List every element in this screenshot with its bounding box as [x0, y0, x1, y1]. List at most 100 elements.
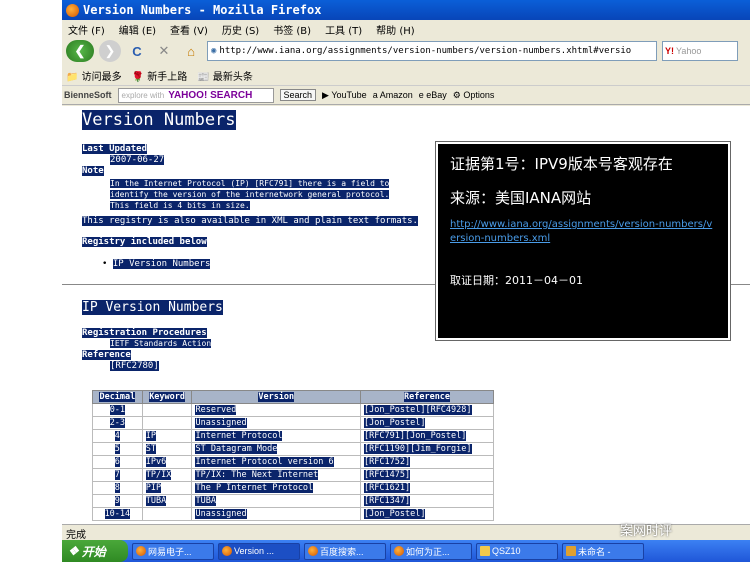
- cell-text: TP/IX: [145, 470, 172, 480]
- table-row: 4 IP Internet Protocol [RFC791][Jon_Postel]: [92, 429, 494, 443]
- column-header-reference[interactable]: Reference: [360, 390, 494, 404]
- watermark-text: 案网时评: [620, 524, 673, 539]
- version-cell: TUBA: [191, 494, 362, 508]
- cell-text: IPv6: [145, 457, 167, 467]
- cell-text: ST Datagram Mode: [195, 444, 278, 454]
- menu-tools[interactable]: 工具 (T): [325, 22, 362, 37]
- search-box[interactable]: Y! Yahoo: [662, 41, 738, 61]
- firefox-icon: [308, 546, 318, 556]
- biennesoft-brand[interactable]: BienneSoft: [64, 90, 112, 100]
- taskbar-item-netease[interactable]: 网易电子...: [132, 542, 214, 560]
- options-link[interactable]: ⚙ Options: [453, 90, 495, 101]
- taskbar-item-label: 未命名 -: [578, 546, 611, 557]
- menu-help[interactable]: 帮助 (H): [376, 22, 415, 37]
- back-button[interactable]: ❮: [66, 40, 94, 62]
- reference-cell[interactable]: [RFC1752]: [360, 455, 494, 469]
- url-text: http://www.iana.org/assignments/version-…: [219, 46, 632, 56]
- column-header-decimal[interactable]: Decimal: [92, 390, 143, 404]
- bookmark-most-visited[interactable]: 📁 访问最多: [66, 68, 122, 83]
- cell-text: [RFC1190][Jim_Forgie]: [364, 444, 472, 454]
- cell-text: 8: [114, 483, 120, 493]
- version-cell: Internet Protocol version 6: [191, 455, 362, 469]
- keyword-cell: PIP: [141, 481, 193, 495]
- registry-link[interactable]: IP Version Numbers: [112, 259, 211, 269]
- registry-list-item: • IP Version Numbers: [102, 259, 211, 269]
- amazon-link[interactable]: a Amazon: [373, 90, 413, 100]
- cell-text: Internet Protocol: [195, 431, 283, 441]
- reference-value: [RFC2780]: [110, 361, 159, 371]
- bookmark-getting-started[interactable]: 🌹 新手上路: [132, 68, 188, 83]
- taskbar-item-qsz10[interactable]: QSZ10: [476, 542, 558, 560]
- reference-cell[interactable]: [Jon_Postel]: [360, 507, 494, 521]
- youtube-link[interactable]: ▶ YouTube: [322, 90, 367, 101]
- menu-bookmarks[interactable]: 书签 (B): [273, 22, 311, 37]
- taskbar-item-version[interactable]: Version ...: [218, 542, 300, 560]
- reference-link[interactable]: [RFC2780]: [110, 361, 159, 371]
- page-title-text: Version Numbers: [82, 110, 236, 130]
- header-label: Version: [258, 392, 295, 402]
- reference-label-text: Reference: [82, 350, 131, 360]
- header-label: Keyword: [149, 392, 186, 402]
- cell-text: [RFC1621]: [364, 483, 411, 493]
- taskbar-item-baidu[interactable]: 百度搜索...: [304, 542, 386, 560]
- ebay-link[interactable]: e eBay: [419, 90, 447, 100]
- window-title: Version Numbers - Mozilla Firefox: [83, 3, 322, 17]
- last-updated-value: 2007-06-27: [110, 155, 165, 165]
- column-header-version[interactable]: Version: [191, 390, 362, 404]
- search-button[interactable]: Search: [279, 89, 317, 101]
- table-header-row: Decimal Keyword Version Reference: [92, 390, 494, 404]
- youtube-label: YouTube: [331, 89, 367, 100]
- stop-icon[interactable]: ✕: [153, 40, 175, 62]
- cell-text: The P Internet Protocol: [195, 483, 314, 493]
- reference-cell[interactable]: [RFC1475]: [360, 468, 494, 482]
- keyword-cell: ST: [141, 442, 193, 456]
- menu-edit[interactable]: 编辑 (E): [119, 22, 156, 37]
- folder-icon: [480, 546, 490, 556]
- yahoo-search-input[interactable]: explore with YAHOO! SEARCH: [117, 87, 274, 103]
- options-label: Options: [463, 89, 495, 100]
- reference-cell[interactable]: [RFC1621]: [360, 481, 494, 495]
- cell-text: [RFC1347]: [364, 496, 411, 506]
- header-label: Reference: [403, 392, 451, 402]
- reference-cell[interactable]: [RFC791][Jon_Postel]: [360, 429, 494, 443]
- reload-icon[interactable]: C: [126, 40, 148, 62]
- decimal-cell: 10-14: [92, 507, 143, 521]
- home-icon[interactable]: ⌂: [180, 40, 202, 62]
- cell-text: 10-14: [104, 509, 131, 519]
- amazon-label: Amazon: [379, 90, 413, 100]
- firefox-icon: [136, 546, 146, 556]
- bookmark-latest-headlines[interactable]: 📰 最新头条: [197, 68, 253, 83]
- menu-view[interactable]: 查看 (V): [170, 22, 208, 37]
- keyword-cell: IPv6: [141, 455, 193, 469]
- keyword-cell: [141, 416, 193, 430]
- version-cell: The P Internet Protocol: [191, 481, 362, 495]
- registration-procedures-value: IETF Standards Action: [110, 339, 212, 348]
- site-identity-icon[interactable]: ◉: [211, 46, 216, 56]
- reference-cell[interactable]: [RFC1347]: [360, 494, 494, 508]
- column-header-keyword[interactable]: Keyword: [141, 390, 193, 404]
- registration-procedures-label-text: Registration Procedures: [82, 328, 207, 338]
- note-label: Note: [82, 166, 104, 176]
- taskbar-item-untitled[interactable]: 未命名 -: [562, 542, 644, 560]
- cell-text: Reserved: [195, 405, 237, 415]
- firefox-icon: [394, 546, 404, 556]
- yahoo-search-engine-icon[interactable]: Y!: [665, 46, 674, 56]
- bookmarks-toolbar: 📁 访问最多 🌹 新手上路 📰 最新头条: [62, 66, 750, 84]
- menu-file[interactable]: 文件 (F): [68, 22, 105, 37]
- taskbar-item-howto[interactable]: 如何为正...: [390, 542, 472, 560]
- firefox-icon: [66, 3, 79, 17]
- forward-button[interactable]: ❯: [99, 40, 121, 62]
- cell-text: 2-3: [109, 418, 126, 428]
- evidence-link[interactable]: http://www.iana.org/assignments/version-…: [450, 218, 716, 246]
- start-label: 开始: [81, 544, 106, 559]
- reference-cell[interactable]: [RFC1190][Jim_Forgie]: [360, 442, 494, 456]
- reference-cell[interactable]: [Jon_Postel][RFC4928]: [360, 403, 494, 417]
- reference-cell[interactable]: [Jon_Postel]: [360, 416, 494, 430]
- menu-history[interactable]: 历史 (S): [222, 22, 259, 37]
- header-label: Decimal: [99, 392, 136, 402]
- version-cell: Reserved: [191, 403, 362, 417]
- registry-included-label: Registry included below: [82, 237, 207, 247]
- address-bar[interactable]: ◉ http://www.iana.org/assignments/versio…: [207, 41, 657, 61]
- start-button[interactable]: ❖ 开始: [62, 540, 128, 562]
- decimal-cell: 8: [92, 481, 143, 495]
